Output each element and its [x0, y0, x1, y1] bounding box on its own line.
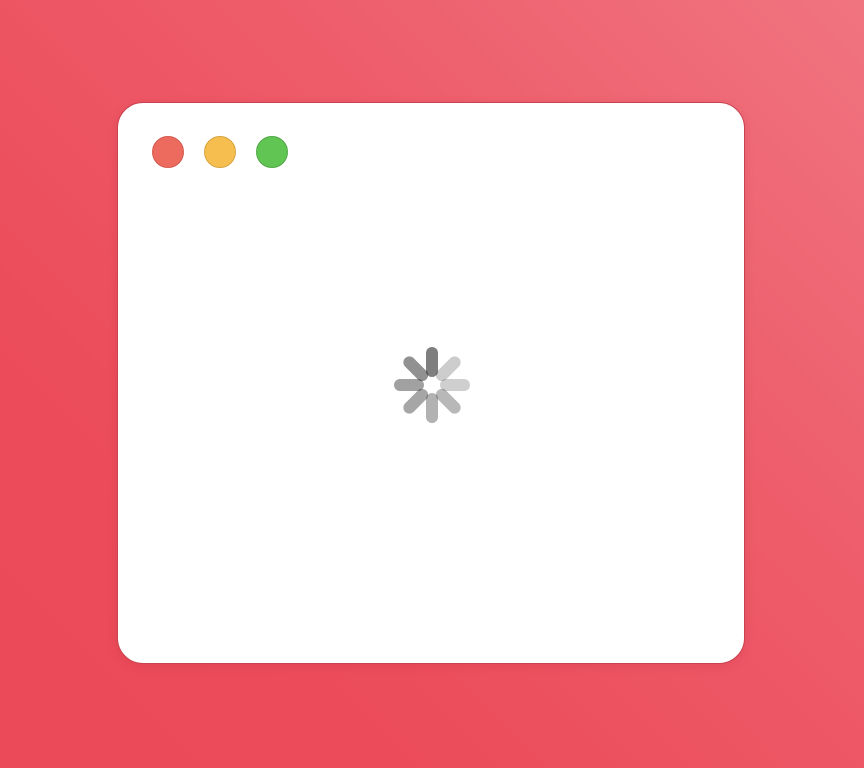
zoom-button[interactable] — [256, 136, 288, 168]
close-button[interactable] — [152, 136, 184, 168]
spinner-spoke — [403, 356, 429, 382]
minimize-button[interactable] — [204, 136, 236, 168]
app-window — [117, 102, 745, 664]
window-controls — [152, 136, 288, 168]
spinner-spoke — [435, 388, 461, 414]
spinner-spoke — [435, 356, 461, 382]
loading-spinner-icon — [394, 347, 470, 423]
desktop-background — [0, 0, 864, 768]
spinner-spoke — [403, 388, 429, 414]
